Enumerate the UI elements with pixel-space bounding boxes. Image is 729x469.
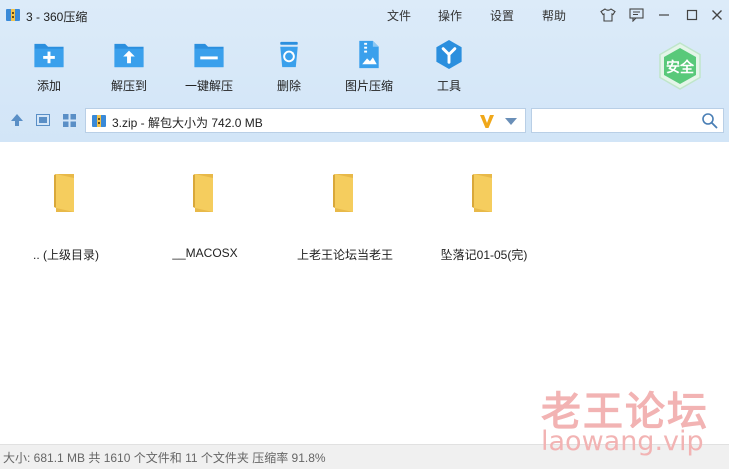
file-item-folder-4[interactable]: 坠落记01-05(完): [419, 142, 549, 272]
folder-icon: [193, 174, 213, 212]
maximize-icon: [686, 9, 698, 21]
image-compress-label: 图片压缩: [344, 79, 393, 93]
extract-to-label: 解压到: [110, 79, 147, 93]
image-compress-button[interactable]: 图片压缩: [331, 38, 407, 94]
minimize-icon: [659, 14, 669, 16]
search-input[interactable]: [531, 108, 724, 133]
delete-label: 删除: [276, 79, 301, 93]
menu-help[interactable]: 帮助: [542, 7, 566, 24]
file-item-macosx[interactable]: __MACOSX: [140, 142, 270, 272]
file-name: 上老王论坛当老王: [296, 248, 393, 262]
arrow-up-icon: [11, 114, 23, 126]
file-name: .. (上级目录): [33, 248, 99, 262]
up-level-button[interactable]: [8, 111, 26, 129]
safe-badge-label: 安全: [666, 59, 694, 75]
image-compress-icon: [359, 40, 379, 69]
archive-path: 3.zip - 解包大小为 742.0 MB: [112, 116, 263, 130]
menu-file[interactable]: 文件: [387, 7, 411, 24]
tools-icon: [436, 39, 462, 70]
feedback-button[interactable]: [627, 6, 645, 24]
skin-button[interactable]: [599, 6, 617, 24]
detail-view-button[interactable]: [34, 111, 52, 129]
add-button[interactable]: 添加: [11, 38, 87, 94]
watermark-url: laowang.vip: [541, 426, 704, 457]
maximize-button[interactable]: [683, 6, 701, 24]
extract-to-button[interactable]: 解压到: [91, 38, 167, 94]
folder-icon: [54, 174, 74, 212]
one-click-extract-icon: [194, 43, 224, 68]
minimize-button[interactable]: [655, 6, 673, 24]
menu-operate[interactable]: 操作: [438, 7, 462, 24]
file-item-parent-dir[interactable]: .. (上级目录): [1, 142, 131, 272]
file-name: __MACOSX: [172, 246, 238, 260]
delete-icon: [280, 41, 298, 68]
detail-view-icon: [36, 114, 50, 126]
status-text: 大小: 681.1 MB 共 1610 个文件和 11 个文件夹 压缩率 91.…: [3, 451, 326, 465]
thumbnail-view-button[interactable]: [60, 111, 78, 129]
menu-settings[interactable]: 设置: [490, 7, 514, 24]
tools-button[interactable]: 工具: [411, 38, 487, 94]
one-click-extract-button[interactable]: 一键解压: [171, 38, 247, 94]
close-icon: [712, 10, 722, 20]
extract-to-icon: [114, 43, 144, 68]
file-name: 坠落记01-05(完): [440, 248, 528, 262]
tshirt-icon: [600, 8, 616, 22]
v-badge-icon[interactable]: [478, 112, 496, 130]
close-button[interactable]: [708, 6, 726, 24]
chevron-down-icon[interactable]: [505, 118, 517, 126]
zip-file-icon: [92, 115, 106, 127]
folder-icon: [472, 174, 492, 212]
delete-button[interactable]: 删除: [251, 38, 327, 94]
window-title: 3 - 360压缩: [26, 10, 88, 24]
add-icon: [34, 43, 64, 68]
file-item-folder-3[interactable]: 上老王论坛当老王: [280, 142, 410, 272]
one-click-extract-label: 一键解压: [184, 79, 233, 93]
grid-view-icon: [62, 113, 76, 127]
add-label: 添加: [36, 79, 61, 93]
search-icon[interactable]: [701, 112, 718, 129]
tools-label: 工具: [436, 79, 461, 93]
title-bar: 3 - 360压缩 文件 操作 设置 帮助: [0, 0, 729, 30]
address-bar[interactable]: 3.zip - 解包大小为 742.0 MB: [85, 108, 526, 133]
folder-icon: [333, 174, 353, 212]
app-logo-icon: [6, 9, 20, 21]
message-icon: [628, 8, 644, 22]
